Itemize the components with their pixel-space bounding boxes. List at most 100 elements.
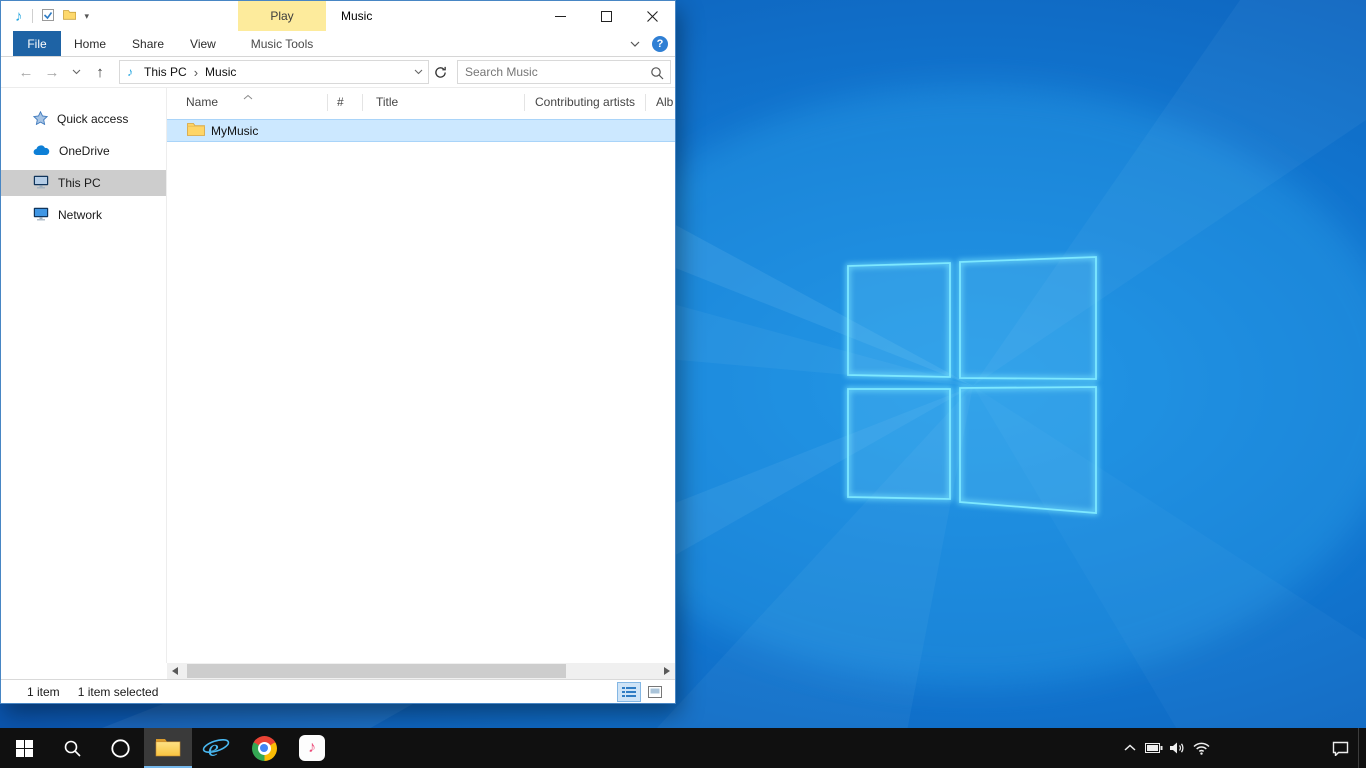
details-view-button[interactable]: [617, 682, 641, 702]
cloud-icon: [33, 144, 50, 159]
customize-toolbar-chevron-icon[interactable]: ▾: [85, 11, 90, 22]
horizontal-scrollbar-row: [1, 663, 675, 679]
sidebar-item-label: OneDrive: [59, 144, 110, 158]
app-music-icon[interactable]: ♪: [15, 9, 23, 24]
scroll-right-button[interactable]: [659, 663, 675, 679]
breadcrumb-separator[interactable]: ›: [192, 65, 200, 80]
taskbar-search-button[interactable]: [48, 728, 96, 768]
column-header-contributing-artists[interactable]: Contributing artists: [525, 94, 646, 111]
chevron-down-icon: [414, 69, 423, 75]
search-box: [457, 60, 671, 84]
refresh-button[interactable]: [429, 60, 451, 84]
column-header-title[interactable]: Title: [363, 94, 525, 111]
file-name: MyMusic: [211, 124, 258, 138]
search-icon[interactable]: [650, 66, 664, 83]
file-row-mymusic[interactable]: MyMusic: [167, 119, 675, 142]
sidebar-item-label: This PC: [58, 176, 101, 190]
maximize-button[interactable]: [583, 1, 629, 31]
sidebar-item-network[interactable]: Network: [1, 202, 166, 228]
scroll-left-button[interactable]: [167, 663, 183, 679]
taskbar-file-explorer-button[interactable]: [144, 728, 192, 768]
search-icon: [63, 739, 82, 758]
breadcrumb-music[interactable]: Music: [200, 65, 241, 79]
chevron-down-icon: [630, 41, 640, 47]
sidebar-item-onedrive[interactable]: OneDrive: [1, 138, 166, 164]
window-title: Music: [341, 1, 372, 31]
tab-file[interactable]: File: [13, 31, 61, 56]
recent-locations-button[interactable]: [65, 59, 87, 85]
search-input[interactable]: [458, 61, 670, 83]
taskbar-internet-explorer-button[interactable]: e: [192, 728, 240, 768]
itunes-icon: ♪: [299, 735, 325, 761]
triangle-right-icon: [664, 667, 670, 675]
taskbar: e ♪: [0, 728, 1366, 768]
triangle-left-icon: [172, 667, 178, 675]
sidebar-item-label: Network: [58, 208, 102, 222]
new-folder-icon[interactable]: [63, 9, 76, 23]
details-view-icon: [622, 686, 636, 698]
address-box[interactable]: ♪ This PC › Music: [119, 60, 429, 84]
status-bar: 1 item 1 item selected: [1, 679, 675, 703]
taskbar-chrome-button[interactable]: [240, 728, 288, 768]
system-tray: [1118, 728, 1366, 768]
network-button[interactable]: [1188, 728, 1214, 768]
battery-icon: [1145, 743, 1163, 753]
volume-button[interactable]: [1165, 728, 1188, 768]
scrollbar-thumb[interactable]: [187, 664, 566, 678]
tab-share[interactable]: Share: [119, 31, 177, 56]
window-content: Quick access OneDrive This PC: [1, 88, 675, 663]
speaker-icon: [1169, 741, 1185, 755]
properties-icon[interactable]: [42, 9, 54, 24]
maximize-icon: [601, 11, 612, 22]
network-icon: [33, 207, 49, 224]
file-explorer-icon: [155, 737, 181, 757]
hidden-icons-button[interactable]: [1118, 728, 1142, 768]
tab-music-tools[interactable]: Music Tools: [238, 31, 326, 57]
close-button[interactable]: [629, 1, 675, 31]
chevron-down-icon: [72, 69, 81, 75]
expand-ribbon-button[interactable]: [625, 31, 645, 57]
minimize-icon: [555, 11, 566, 22]
tab-home[interactable]: Home: [61, 31, 119, 56]
chrome-icon: [252, 736, 277, 761]
windows-start-icon: [16, 740, 33, 757]
address-dropdown-button[interactable]: [408, 61, 428, 83]
show-desktop-button[interactable]: [1358, 728, 1366, 768]
close-icon: [647, 11, 658, 22]
column-header-track-number[interactable]: #: [328, 94, 363, 111]
sort-ascending-icon: [243, 89, 253, 103]
computer-icon: [33, 175, 49, 192]
thumbnails-view-button[interactable]: [643, 682, 667, 702]
contextual-tab-play[interactable]: Play: [238, 1, 326, 31]
taskbar-itunes-button[interactable]: ♪: [288, 728, 336, 768]
titlebar[interactable]: ♪ ▾ Play Music: [1, 1, 675, 31]
location-music-icon: ♪: [127, 65, 133, 79]
battery-button[interactable]: [1142, 728, 1165, 768]
tab-view[interactable]: View: [177, 31, 229, 56]
breadcrumb-this-pc[interactable]: This PC: [139, 65, 192, 79]
thumbnails-view-icon: [648, 686, 662, 698]
toolbar-separator: [32, 9, 33, 23]
action-center-icon: [1332, 741, 1349, 756]
sidebar-item-this-pc[interactable]: This PC: [1, 170, 166, 196]
cortana-icon: [110, 738, 131, 759]
help-button[interactable]: ?: [652, 36, 668, 52]
back-button[interactable]: ←: [13, 59, 39, 85]
start-button[interactable]: [0, 728, 48, 768]
navigation-pane: Quick access OneDrive This PC: [1, 88, 167, 663]
folder-icon: [187, 122, 205, 139]
column-header-album[interactable]: Alb: [646, 94, 675, 111]
view-toggles: [617, 682, 667, 702]
up-button[interactable]: ↑: [87, 59, 113, 85]
ribbon-tabs: File Home Share View Music Tools ?: [1, 31, 675, 57]
horizontal-scrollbar[interactable]: [167, 663, 675, 679]
wifi-icon: [1192, 741, 1211, 755]
sidebar-item-quick-access[interactable]: Quick access: [1, 106, 166, 132]
cortana-button[interactable]: [96, 728, 144, 768]
star-icon: [33, 111, 48, 128]
window-controls: [537, 1, 675, 31]
minimize-button[interactable]: [537, 1, 583, 31]
file-list-pane: Name # Title Contributing artists Alb My…: [167, 88, 675, 663]
action-center-button[interactable]: [1322, 728, 1358, 768]
forward-button[interactable]: →: [39, 59, 65, 85]
